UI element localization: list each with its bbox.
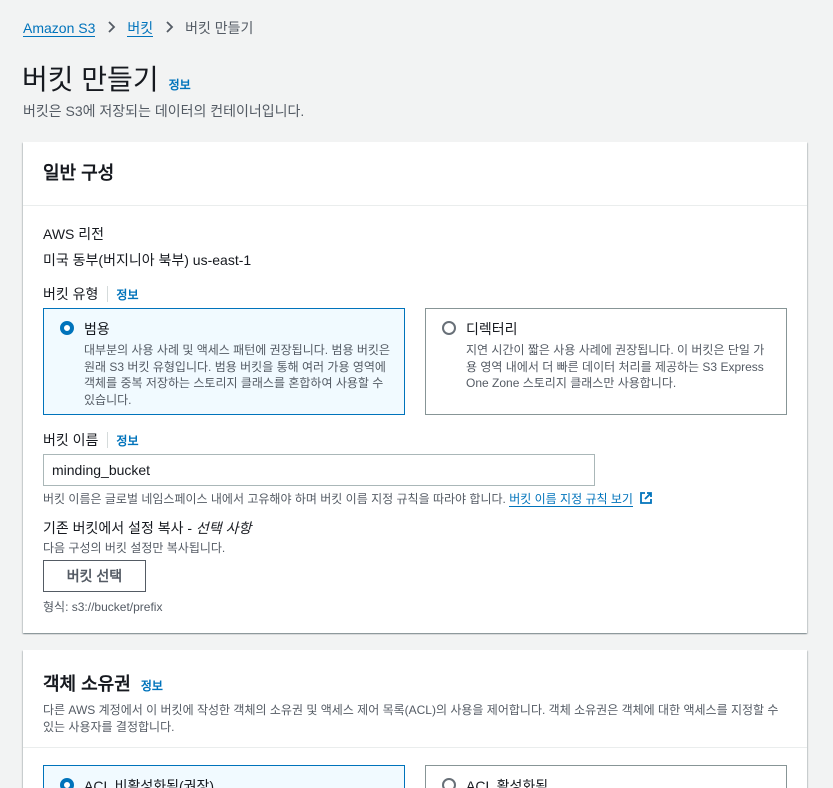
breadcrumb-buckets-link[interactable]: 버킷 bbox=[127, 20, 154, 37]
tile-description: 대부분의 사용 사례 및 액세스 패턴에 권장됩니다. 범용 버킷은 원래 S3… bbox=[84, 343, 391, 407]
breadcrumb-amazon-s3-link[interactable]: Amazon S3 bbox=[23, 20, 96, 37]
panel-title-ownership-text: 객체 소유권 bbox=[43, 674, 131, 694]
divider bbox=[107, 432, 109, 448]
chevron-right-icon bbox=[95, 20, 127, 36]
tile-acl-enabled[interactable]: ACL 활성화됨 bbox=[425, 765, 787, 788]
bucket-name-hint-text: 버킷 이름은 글로벌 네임스페이스 내에서 고유해야 하며 버킷 이름 지정 규… bbox=[43, 492, 506, 506]
panel-title-general: 일반 구성 bbox=[43, 163, 115, 183]
tile-title: 범용 bbox=[84, 321, 110, 337]
radio-acl-enabled[interactable] bbox=[442, 778, 456, 788]
bucket-name-label-text: 버킷 이름 bbox=[43, 432, 99, 448]
tile-title: 디렉터리 bbox=[466, 321, 518, 337]
region-value: 미국 동부(버지니아 북부) us-east-1 bbox=[43, 252, 252, 268]
panel-header: 일반 구성 bbox=[23, 142, 807, 206]
panel-title-ownership: 객체 소유권 정보 bbox=[43, 670, 787, 696]
tile-general-purpose[interactable]: 범용 대부분의 사용 사례 및 액세스 패턴에 권장됩니다. 범용 버킷은 원래… bbox=[43, 308, 405, 415]
copy-settings-label-text: 기존 버킷에서 설정 복사 - bbox=[43, 520, 196, 536]
tile-acl-disabled[interactable]: ACL 비활성화됨(권장) bbox=[43, 765, 405, 788]
page-title-text: 버킷 만들기 bbox=[22, 64, 159, 95]
tile-directory[interactable]: 디렉터리 지연 시간이 짧은 사용 사례에 권장됩니다. 이 버킷은 단일 가용… bbox=[425, 308, 787, 415]
object-ownership-panel: 객체 소유권 정보 다른 AWS 계정에서 이 버킷에 작성한 객체의 소유권 … bbox=[23, 650, 807, 788]
panel-body: AWS 리전 미국 동부(버지니아 북부) us-east-1 버킷 유형 정보… bbox=[23, 206, 807, 633]
breadcrumb: Amazon S3 버킷 버킷 만들기 bbox=[23, 18, 253, 38]
tile-title: ACL 활성화됨 bbox=[466, 778, 549, 788]
bucket-type-label-text: 버킷 유형 bbox=[43, 286, 99, 302]
format-hint: 형식: s3://bucket/prefix bbox=[43, 600, 163, 614]
radio-directory[interactable] bbox=[442, 321, 456, 335]
page-info-link[interactable]: 정보 bbox=[169, 76, 191, 93]
bucket-type-label: 버킷 유형 정보 bbox=[43, 284, 139, 304]
page-description: 버킷은 S3에 저장되는 데이터의 컨테이너입니다. bbox=[23, 103, 305, 119]
divider bbox=[107, 286, 109, 302]
ownership-info-link[interactable]: 정보 bbox=[141, 677, 163, 694]
region-label: AWS 리전 bbox=[43, 226, 105, 242]
breadcrumb-current: 버킷 만들기 bbox=[185, 20, 254, 36]
choose-bucket-button[interactable]: 버킷 선택 bbox=[43, 560, 146, 592]
radio-acl-disabled[interactable] bbox=[60, 778, 74, 788]
bucket-name-hint: 버킷 이름은 글로벌 네임스페이스 내에서 고유해야 하며 버킷 이름 지정 규… bbox=[43, 490, 653, 507]
bucket-name-input[interactable] bbox=[43, 454, 595, 486]
chevron-right-icon bbox=[153, 20, 185, 36]
copy-settings-label: 기존 버킷에서 설정 복사 - 선택 사항 bbox=[43, 518, 251, 538]
divider bbox=[23, 747, 807, 748]
bucket-naming-rules-link[interactable]: 버킷 이름 지정 규칙 보기 bbox=[509, 492, 633, 507]
tile-title: ACL 비활성화됨(권장) bbox=[84, 778, 215, 788]
page-title: 버킷 만들기 정보 bbox=[22, 58, 191, 98]
optional-text: 선택 사항 bbox=[195, 520, 252, 536]
external-link-icon[interactable] bbox=[639, 491, 653, 505]
radio-general-purpose[interactable] bbox=[60, 321, 74, 335]
tile-description: 지연 시간이 짧은 사용 사례에 권장됩니다. 이 버킷은 단일 가용 영역 내… bbox=[466, 343, 765, 390]
copy-settings-desc: 다음 구성의 버킷 설정만 복사됩니다. bbox=[43, 541, 226, 555]
general-config-panel: 일반 구성 AWS 리전 미국 동부(버지니아 북부) us-east-1 버킷… bbox=[23, 142, 807, 633]
bucket-name-info-link[interactable]: 정보 bbox=[116, 432, 138, 449]
bucket-type-info-link[interactable]: 정보 bbox=[116, 286, 138, 303]
panel-header: 객체 소유권 정보 다른 AWS 계정에서 이 버킷에 작성한 객체의 소유권 … bbox=[23, 650, 807, 736]
ownership-description: 다른 AWS 계정에서 이 버킷에 작성한 객체의 소유권 및 액세스 제어 목… bbox=[43, 703, 779, 734]
bucket-name-label: 버킷 이름 정보 bbox=[43, 430, 139, 450]
